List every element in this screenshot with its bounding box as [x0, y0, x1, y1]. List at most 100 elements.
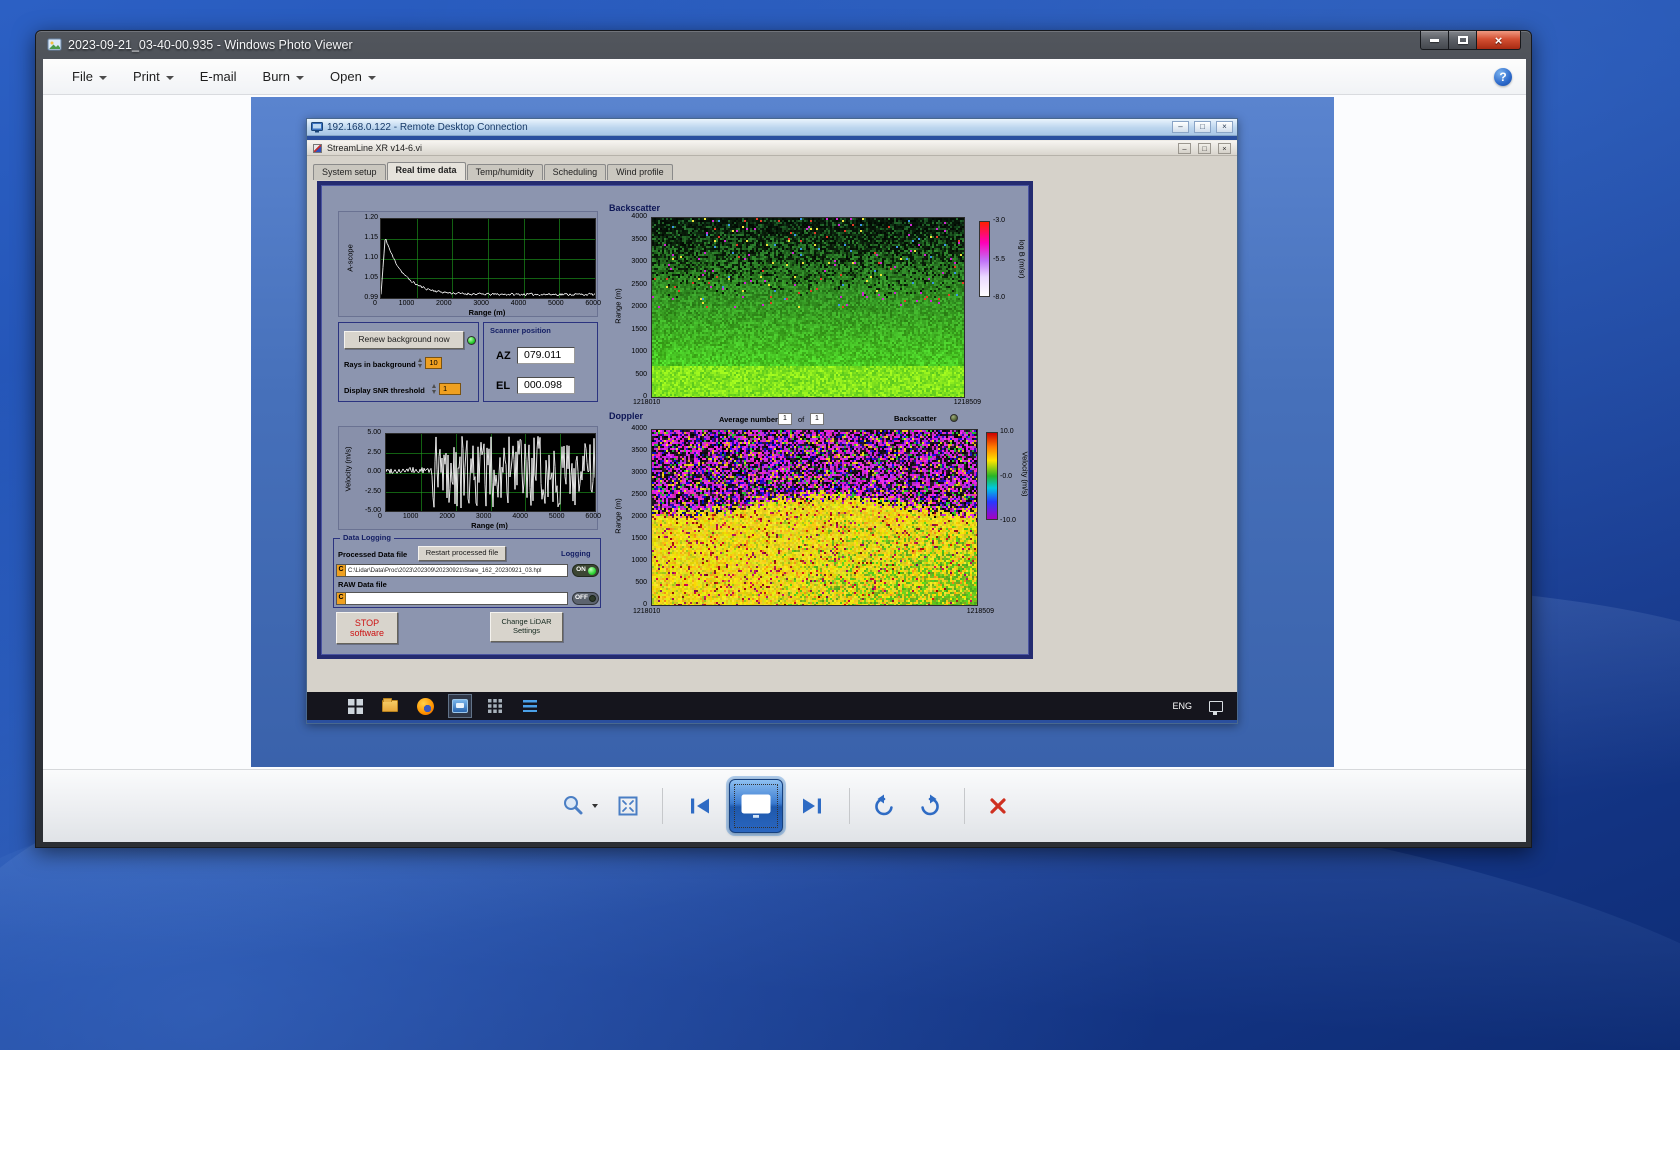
start-button[interactable]: [343, 694, 367, 718]
menu-open[interactable]: Open: [317, 59, 389, 94]
stop-line2: software: [350, 628, 384, 638]
previous-button[interactable]: [681, 791, 719, 821]
menu-email[interactable]: E-mail: [187, 59, 250, 94]
display-tray-icon[interactable]: [1209, 701, 1223, 712]
next-button[interactable]: [793, 791, 831, 821]
rdp-titlebar[interactable]: 192.168.0.122 - Remote Desktop Connectio…: [307, 119, 1237, 136]
y-tick: 500: [635, 371, 647, 378]
active-app-icon: [452, 699, 468, 713]
change-line2: Settings: [513, 627, 540, 636]
renew-background-button[interactable]: Renew background now: [344, 331, 464, 349]
raw-path-field[interactable]: C: [336, 592, 568, 605]
dropdown-arrow-icon: [166, 76, 174, 80]
actual-size-icon: [616, 794, 640, 818]
y-tick: 1000: [631, 348, 647, 355]
x-tick: 6000: [585, 513, 601, 520]
y-tick: 0: [643, 601, 647, 608]
photo: 192.168.0.122 - Remote Desktop Connectio…: [251, 97, 1334, 767]
y-tick: 3000: [631, 258, 647, 265]
backscatter-mode-led[interactable]: [950, 414, 958, 422]
change-lidar-settings-button[interactable]: Change LiDAR Settings: [490, 612, 563, 642]
window-controls: ×: [1420, 31, 1521, 50]
menu-burn[interactable]: Burn: [250, 59, 317, 94]
photo-viewer-window: 2023-09-21_03-40-00.935 - Windows Photo …: [35, 30, 1532, 848]
average-number-field[interactable]: 1: [778, 413, 792, 425]
tab-wind-profile[interactable]: Wind profile: [607, 164, 673, 180]
raw-data-file-label: RAW Data file: [338, 580, 387, 589]
processed-data-file-label: Processed Data file: [338, 550, 407, 559]
maximize-button[interactable]: [1449, 31, 1476, 50]
on-led: [588, 567, 596, 575]
play-slideshow-button[interactable]: [729, 779, 783, 833]
actual-size-button[interactable]: [612, 790, 644, 822]
rotate-counterclockwise-button[interactable]: [868, 790, 902, 822]
zoom-button[interactable]: [557, 790, 602, 822]
y-tick: 2500: [631, 491, 647, 498]
list-app-button[interactable]: [518, 694, 542, 718]
help-button[interactable]: ?: [1494, 68, 1512, 86]
app-grid-button[interactable]: [483, 694, 507, 718]
file-explorer-button[interactable]: [378, 694, 402, 718]
remote-desktop: StreamLine XR v14-6.vi – □ × System setu…: [307, 136, 1237, 723]
x-tick: 2000: [439, 513, 455, 520]
remote-taskbar: ENG: [307, 692, 1237, 720]
tab-temp-humidity[interactable]: Temp/humidity: [467, 164, 543, 180]
rdp-minimize-button[interactable]: –: [1172, 121, 1189, 133]
delete-button[interactable]: [983, 791, 1013, 821]
menu-file[interactable]: File: [59, 59, 120, 94]
window-title: 2023-09-21_03-40-00.935 - Windows Photo …: [68, 38, 353, 52]
tab-system-setup[interactable]: System setup: [313, 164, 386, 180]
firefox-button[interactable]: [413, 694, 437, 718]
rdp-maximize-button[interactable]: □: [1194, 121, 1211, 133]
app-maximize-button[interactable]: □: [1198, 143, 1211, 154]
of-label: of: [798, 415, 804, 424]
average-total-field[interactable]: 1: [810, 413, 824, 425]
processed-logging-toggle[interactable]: ON: [572, 564, 599, 577]
tab-real-time-data[interactable]: Real time data: [387, 162, 466, 180]
background-controls-group: Renew background now Rays in background …: [338, 322, 479, 402]
active-app-button[interactable]: [448, 694, 472, 718]
y-tick: -2.50: [365, 488, 381, 495]
x-tick: 5000: [548, 300, 564, 307]
y-tick: 2000: [631, 303, 647, 310]
rays-value-field[interactable]: 10: [425, 357, 442, 369]
close-button[interactable]: ×: [1476, 31, 1521, 50]
snr-spinner[interactable]: [431, 383, 438, 395]
language-indicator[interactable]: ENG: [1166, 697, 1198, 715]
processed-path-text: C:\Lidar\Data\Proc\2023\202309\20230921\…: [346, 568, 542, 574]
velocity-x-axis-label: Range (m): [385, 521, 594, 530]
backscatter-title: Backscatter: [609, 203, 660, 213]
y-tick: 1.05: [364, 274, 378, 281]
x-tick: 1218010: [633, 399, 660, 406]
rays-spinner[interactable]: [417, 357, 424, 369]
processed-path-field[interactable]: C C:\Lidar\Data\Proc\2023\202309\2023092…: [336, 564, 568, 577]
app-titlebar[interactable]: StreamLine XR v14-6.vi – □ ×: [307, 141, 1237, 156]
app-close-button[interactable]: ×: [1218, 143, 1231, 154]
menu-label: Open: [330, 69, 362, 84]
rdp-close-button[interactable]: ×: [1216, 121, 1233, 133]
tab-scheduling[interactable]: Scheduling: [544, 164, 607, 180]
doppler-y-ticks: 4000 3500 3000 2500 2000 1500 1000 500 0: [621, 425, 647, 608]
photo-viewer-titlebar[interactable]: 2023-09-21_03-40-00.935 - Windows Photo …: [36, 31, 1531, 59]
toolbar-separator: [662, 788, 663, 824]
rotate-clockwise-button[interactable]: [912, 790, 946, 822]
stop-software-button[interactable]: STOP software: [336, 612, 398, 644]
scanner-position-title: Scanner position: [490, 326, 551, 335]
velocity-y-ticks: 5.00 2.50 0.00 -2.50 -5.00: [353, 429, 381, 514]
menu-print[interactable]: Print: [120, 59, 187, 94]
y-tick: 2500: [631, 281, 647, 288]
ascope-plot: [380, 218, 596, 299]
rays-label: Rays in background: [344, 360, 416, 369]
minimize-button[interactable]: [1420, 31, 1449, 50]
toolbar-separator: [849, 788, 850, 824]
dropdown-arrow-icon: [368, 76, 376, 80]
scanner-position-group: Scanner position AZ 079.011 EL 000.098: [483, 322, 598, 402]
slideshow-icon: [740, 793, 772, 819]
app-icon: [313, 144, 322, 153]
raw-logging-toggle[interactable]: OFF: [572, 592, 599, 605]
magnifier-icon: [561, 794, 587, 818]
snr-value-field[interactable]: 1: [439, 383, 461, 395]
restart-processed-file-button[interactable]: Restart processed file: [418, 546, 506, 561]
app-minimize-button[interactable]: –: [1178, 143, 1191, 154]
x-tick: 4000: [511, 300, 527, 307]
